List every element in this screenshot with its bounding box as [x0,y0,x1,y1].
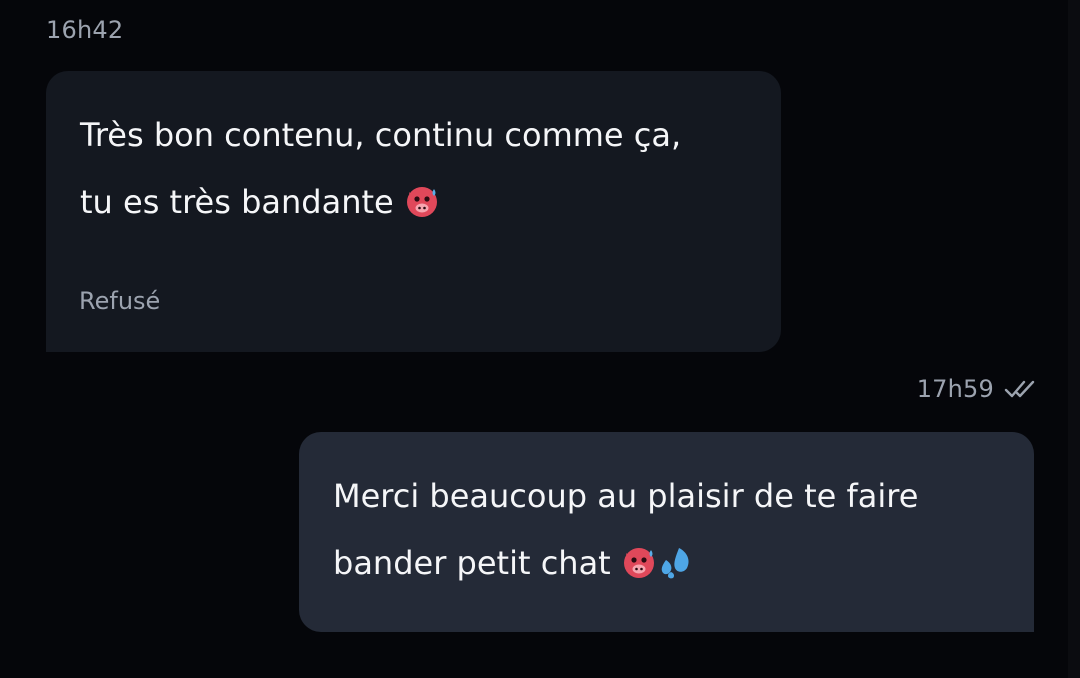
incoming-message-text: Très bon contenu, continu comme ça, tu e… [80,102,747,236]
hot-face-devil-emoji [623,548,654,578]
double-check-icon [1004,380,1035,398]
incoming-timestamp: 16h42 [46,16,124,44]
outgoing-timestamp: 17h59 [916,375,994,403]
hot-face-devil-emoji [406,187,437,217]
message-status-refused: Refusé [79,287,161,315]
incoming-message-line-2-wrap: tu es très bandante [80,169,747,236]
incoming-message-bubble[interactable]: Très bon contenu, continu comme ça, tu e… [46,71,781,352]
outgoing-message-line-1: Merci beaucoup au plaisir de te faire [333,477,919,515]
incoming-message-line-1: Très bon contenu, continu comme ça, [80,116,682,154]
outgoing-message-text: Merci beaucoup au plaisir de te faire ba… [333,463,1000,597]
outgoing-message-bubble[interactable]: Merci beaucoup au plaisir de te faire ba… [299,432,1034,632]
sweat-droplets-emoji [661,548,689,579]
outgoing-message-line-2-wrap: bander petit chat [333,530,1000,597]
incoming-message-line-2: tu es très bandante [80,183,394,221]
outgoing-message-line-2: bander petit chat [333,544,611,582]
scroll-edge [1068,0,1080,678]
outgoing-meta: 17h59 [917,375,1036,403]
